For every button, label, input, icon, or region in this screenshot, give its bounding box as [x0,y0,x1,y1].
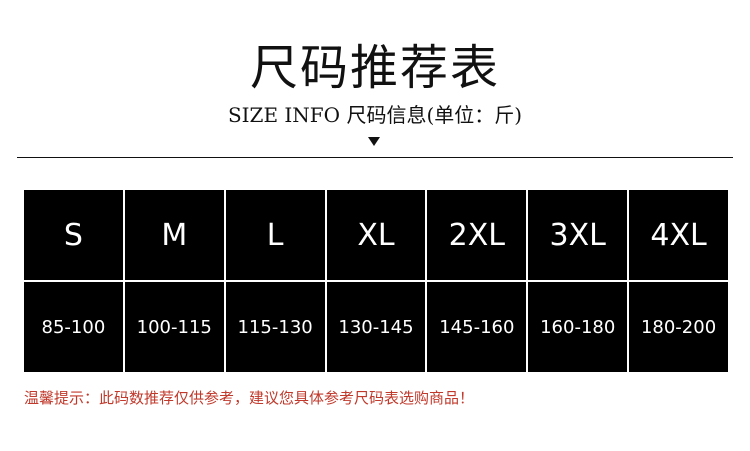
size-cell: 4XL [629,190,728,280]
weight-range-cell: 160-180 [528,282,628,372]
weight-range-cell: 180-200 [629,282,728,372]
page-title: 尺码推荐表 [249,40,500,96]
size-info-subtitle: SIZE INFO 尺码信息(单位：斤) [227,103,523,127]
size-cell: S [24,190,123,280]
size-table: S M L XL 2XL 3XL 4XL 85-100 100-115 115-… [24,190,728,372]
size-cell: L [225,190,325,280]
weight-range-cell: 145-160 [427,282,527,372]
weight-range-cell: 115-130 [225,282,325,372]
size-cell: M [124,190,224,280]
size-cell: 3XL [528,190,628,280]
down-arrow-icon [368,137,380,146]
weight-range-cell: 130-145 [326,282,426,372]
size-cell: XL [326,190,426,280]
recommendation-note: 温馨提示：此码数推荐仅供参考，建议您具体参考尺码表选购商品！ [24,389,475,407]
weight-range-cell: 85-100 [24,282,123,372]
size-cell: 2XL [427,190,527,280]
divider [17,157,733,158]
weight-range-cell: 100-115 [124,282,224,372]
